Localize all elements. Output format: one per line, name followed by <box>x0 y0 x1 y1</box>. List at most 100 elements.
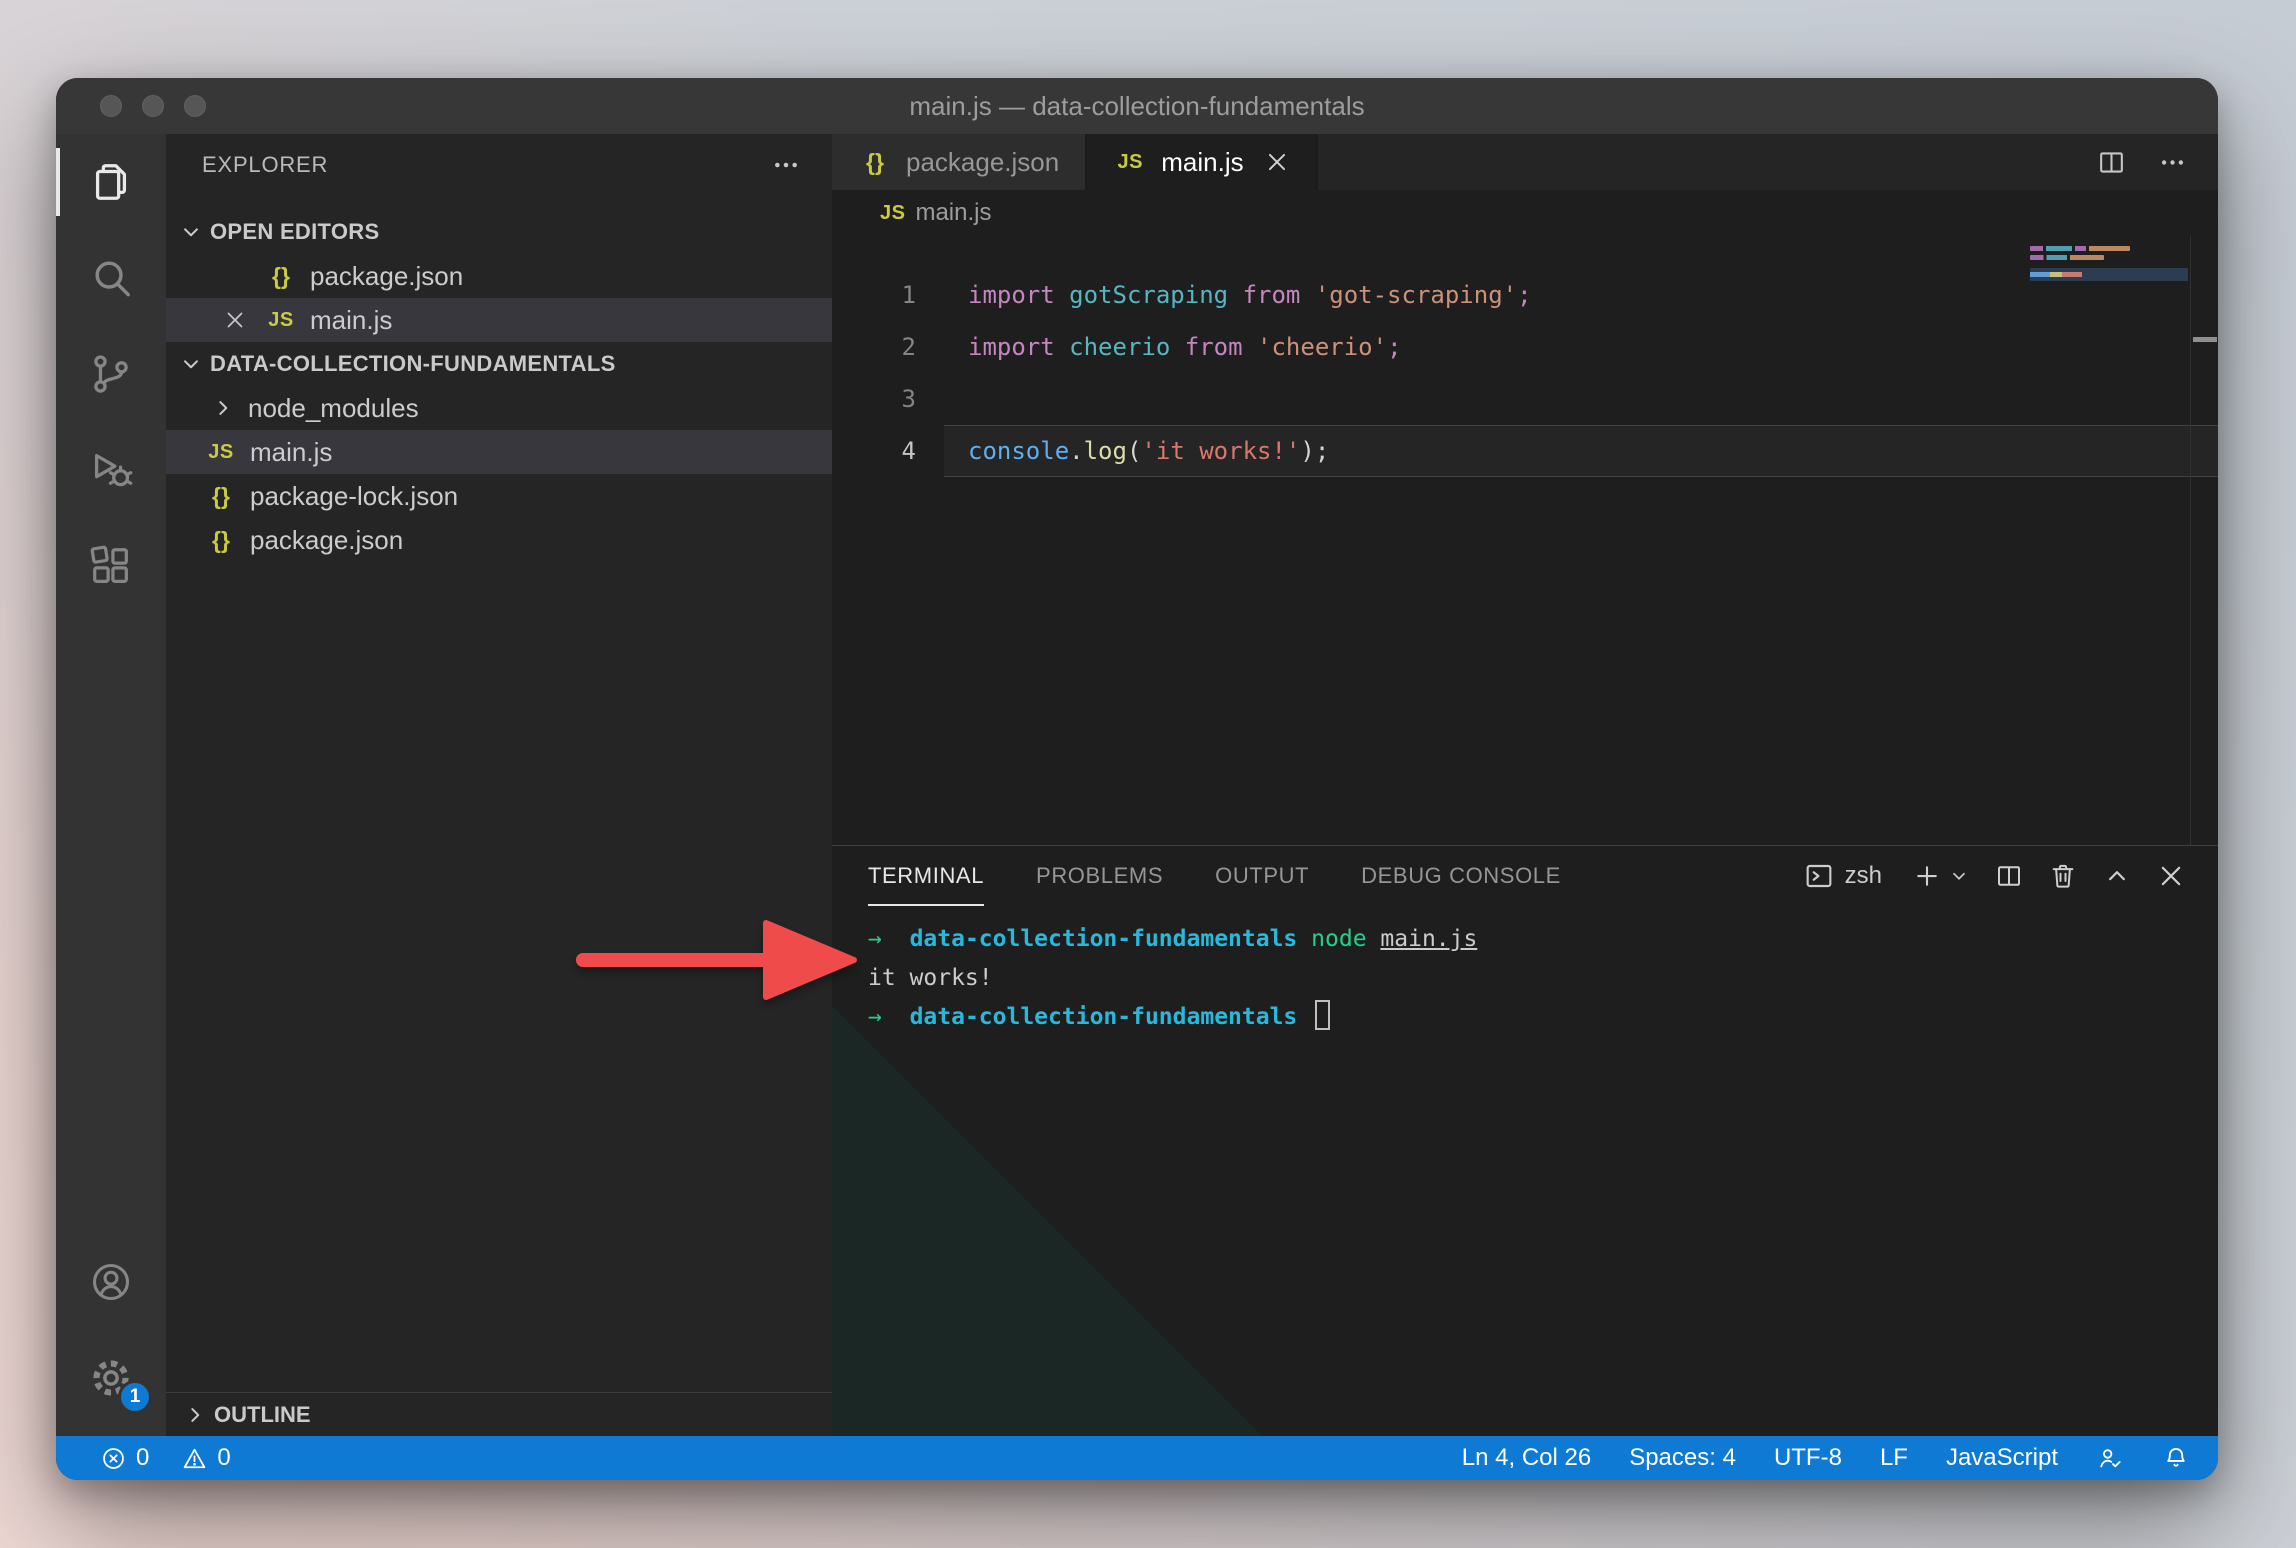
overview-ruler-cursor-marker <box>2193 337 2217 342</box>
activity-item-run-debug[interactable] <box>56 422 166 518</box>
code-line[interactable]: 3 <box>832 373 2218 425</box>
breadcrumb-file: main.js <box>915 199 991 227</box>
terminal-line: it works! <box>868 959 2218 998</box>
close-tab-button[interactable] <box>1264 149 1290 175</box>
code-line[interactable]: 4console.log('it works!'); <box>832 425 2218 477</box>
sidebar-title: EXPLORER <box>202 152 328 178</box>
terminal-shell-selector[interactable]: zsh <box>1803 860 1882 892</box>
file-tree: node_modulesJSmain.js{}package-lock.json… <box>166 386 832 562</box>
workspace-section-header[interactable]: DATA-COLLECTION-FUNDAMENTALS <box>166 342 832 386</box>
warning-icon <box>181 1445 208 1472</box>
split-terminal-button[interactable] <box>1994 861 2024 891</box>
open-editor-item[interactable]: JS main.js <box>166 298 832 342</box>
status-item-javascript[interactable]: JavaScript <box>1946 1444 2058 1472</box>
zoom-window-button[interactable] <box>184 95 206 117</box>
outline-section-header[interactable]: OUTLINE <box>166 1392 832 1436</box>
file-label: package.json <box>250 525 403 556</box>
background-reflection <box>832 1006 1262 1436</box>
search-icon <box>88 255 134 301</box>
code-line[interactable]: 1import gotScraping from 'got-scraping'; <box>832 269 2218 321</box>
activity-item-source-control[interactable] <box>56 326 166 422</box>
activity-item-explorer[interactable] <box>56 134 166 230</box>
breadcrumb[interactable]: JS main.js <box>832 190 2218 236</box>
minimap-current-line <box>2030 268 2188 281</box>
close-editor-button[interactable] <box>218 308 252 332</box>
panel-tab-terminal[interactable]: TERMINAL <box>868 846 984 906</box>
terminal-icon <box>1803 860 1835 892</box>
status-bar: 0 0 Ln 4, Col 26 Spaces: 4 UTF-8 LF JavaScri… <box>56 1436 2218 1480</box>
split-editor-button[interactable] <box>2096 147 2127 178</box>
js-file-icon: JS <box>264 309 298 332</box>
problems-status-item[interactable]: 0 0 <box>100 1444 231 1472</box>
panel-tab-output[interactable]: OUTPUT <box>1215 846 1309 906</box>
terminal-output[interactable]: → data-collection-fundamentals node main… <box>832 906 2218 1037</box>
code-lines: 1import gotScraping from 'got-scraping';… <box>832 236 2218 477</box>
feedback-icon[interactable] <box>2096 1444 2124 1472</box>
line-number[interactable]: 1 <box>832 269 916 321</box>
editor-more-actions-button[interactable] <box>2157 147 2188 178</box>
file-label: main.js <box>310 305 392 336</box>
editor-tab-main.js[interactable]: JSmain.js <box>1087 134 1317 190</box>
code-editor[interactable]: 1import gotScraping from 'got-scraping';… <box>832 236 2218 845</box>
extensions-icon <box>88 543 134 589</box>
js-file-icon: JS <box>204 441 238 464</box>
explorer-more-actions-button[interactable] <box>770 149 802 181</box>
line-number[interactable]: 4 <box>832 425 916 477</box>
file-label: main.js <box>250 437 332 468</box>
terminal-dropdown-button[interactable] <box>1948 865 1970 887</box>
activity-item-search[interactable] <box>56 230 166 326</box>
open-editors-section-header[interactable]: OPEN EDITORS <box>166 210 832 254</box>
maximize-panel-button[interactable] <box>2102 861 2132 891</box>
annotation-arrow <box>560 895 880 1035</box>
editor-scrollbar[interactable] <box>2190 236 2218 845</box>
line-number[interactable]: 2 <box>832 321 916 373</box>
vscode-window: main.js — data-collection-fundamentals 1… <box>56 78 2218 1480</box>
activity-item-accounts[interactable] <box>56 1234 166 1330</box>
new-terminal-button[interactable] <box>1912 861 1942 891</box>
tree-item[interactable]: node_modules <box>166 386 832 430</box>
terminal-panel: TERMINAL PROBLEMS OUTPUT DEBUG CONSOLE zsh <box>832 845 2218 1436</box>
file-label: package-lock.json <box>250 481 458 512</box>
file-label: package.json <box>310 261 463 292</box>
js-file-icon: JS <box>880 202 905 225</box>
minimize-window-button[interactable] <box>142 95 164 117</box>
activity-bottom: 1 <box>56 1234 166 1436</box>
open-editor-item[interactable]: {} package.json <box>166 254 832 298</box>
window-title: main.js — data-collection-fundamentals <box>909 91 1364 122</box>
chevron-down-icon <box>178 219 204 245</box>
activity-item-settings[interactable]: 1 <box>56 1330 166 1426</box>
editor-tab-bar: {}package.jsonJSmain.js <box>832 134 2218 190</box>
file-label: node_modules <box>248 393 419 424</box>
line-number[interactable]: 3 <box>832 373 916 425</box>
chevron-right-icon <box>182 1402 208 1428</box>
tree-item[interactable]: {} package.json <box>166 518 832 562</box>
minimap-line <box>2030 255 2104 260</box>
code-line[interactable]: 2import cheerio from 'cheerio'; <box>832 321 2218 373</box>
activity-item-extensions[interactable] <box>56 518 166 614</box>
panel-tab-problems[interactable]: PROBLEMS <box>1036 846 1163 906</box>
status-item-utf-8[interactable]: UTF-8 <box>1774 1444 1842 1472</box>
tree-item[interactable]: JS main.js <box>166 430 832 474</box>
status-item-ln-4-col-26[interactable]: Ln 4, Col 26 <box>1462 1444 1591 1472</box>
close-panel-button[interactable] <box>2156 861 2186 891</box>
title-bar[interactable]: main.js — data-collection-fundamentals <box>56 78 2218 134</box>
terminal-line: → data-collection-fundamentals node main… <box>868 920 2218 959</box>
minimap[interactable] <box>2030 246 2188 281</box>
json-file-icon: {} <box>264 263 298 290</box>
close-window-button[interactable] <box>100 95 122 117</box>
js-file-icon: JS <box>1113 151 1147 174</box>
json-file-icon: {} <box>204 527 238 554</box>
open-editors-list: {} package.json JS main.js <box>166 254 832 342</box>
tree-item[interactable]: {}package-lock.json <box>166 474 832 518</box>
window-controls <box>100 95 206 117</box>
terminal-line: → data-collection-fundamentals <box>868 998 2218 1037</box>
editor-tab-package.json[interactable]: {}package.json <box>832 134 1087 190</box>
kill-terminal-button[interactable] <box>2048 861 2078 891</box>
status-item-lf[interactable]: LF <box>1880 1444 1908 1472</box>
activity-top <box>56 134 166 614</box>
status-item-spaces-4[interactable]: Spaces: 4 <box>1629 1444 1736 1472</box>
debug-icon <box>88 447 134 493</box>
panel-tab-debug-console[interactable]: DEBUG CONSOLE <box>1361 846 1561 906</box>
files-icon <box>88 159 134 205</box>
notifications-bell-icon[interactable] <box>2162 1444 2190 1472</box>
